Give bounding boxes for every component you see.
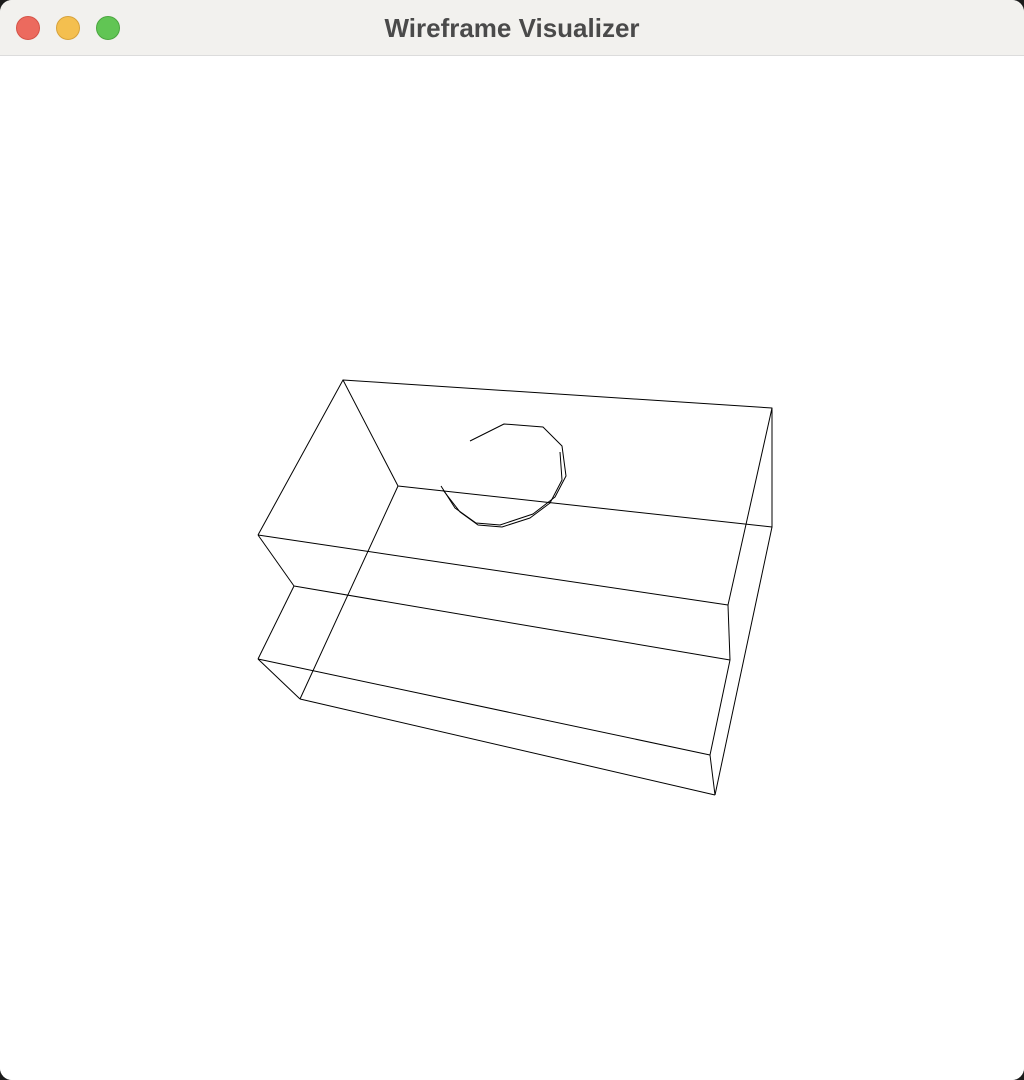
wireframe-edge — [727, 407, 773, 606]
wireframe-edge — [714, 526, 773, 796]
window-title: Wireframe Visualizer — [384, 13, 640, 43]
wireframe-edge — [257, 658, 301, 700]
wireframe-edge — [257, 534, 295, 587]
wireframe-edge — [299, 485, 399, 700]
wireframe-helix — [440, 423, 567, 526]
wireframe-viewport[interactable] — [0, 57, 1024, 1080]
wireframe-edge — [299, 698, 716, 796]
wireframe-canvas[interactable] — [0, 57, 1024, 1080]
wireframe-edge — [257, 658, 711, 756]
app-window: Wireframe Visualizer — [0, 0, 1024, 1080]
wireframe-edge — [257, 379, 344, 536]
wireframe-edge — [257, 585, 295, 660]
title-bar[interactable]: Wireframe Visualizer — [0, 0, 1024, 56]
wireframe-edge — [709, 754, 716, 796]
wireframe-top-face — [342, 379, 773, 528]
wireframe-edge — [293, 585, 731, 661]
wireframe-edge — [727, 604, 731, 661]
wireframe-helix-inner — [442, 451, 563, 528]
wireframe-edge — [257, 534, 729, 606]
